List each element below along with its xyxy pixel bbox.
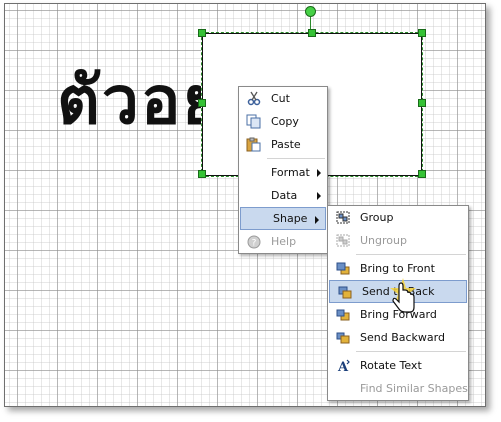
resize-handle-left[interactable] xyxy=(198,99,206,107)
drawing-window: ตัวอย่ Cut Copy Paste Format Data Shape … xyxy=(4,3,486,407)
rotation-handle[interactable] xyxy=(305,6,316,17)
send-backward-icon xyxy=(336,332,350,344)
menu-item-data[interactable]: Data xyxy=(239,184,327,207)
bring-to-front-icon xyxy=(336,262,350,275)
paste-icon xyxy=(246,137,261,152)
resize-handle-top-left[interactable] xyxy=(198,29,206,37)
rotate-text-icon: A xyxy=(337,359,350,373)
submenu-item-rotate-text[interactable]: A Rotate Text xyxy=(328,354,468,377)
menu-item-label: Cut xyxy=(271,92,290,105)
bring-forward-icon xyxy=(336,309,350,321)
menu-item-label: Group xyxy=(360,211,394,224)
send-to-back-icon xyxy=(338,286,352,299)
submenu-item-group[interactable]: Group xyxy=(328,206,468,229)
ungroup-icon xyxy=(336,234,350,247)
menu-item-label: Send Backward xyxy=(360,331,445,344)
resize-handle-bottom-left[interactable] xyxy=(198,170,206,178)
menu-item-label: Find Similar Shapes xyxy=(360,382,468,395)
menu-separator xyxy=(356,351,466,352)
context-menu: Cut Copy Paste Format Data Shape ? Help xyxy=(238,86,328,254)
menu-item-shape[interactable]: Shape xyxy=(240,207,326,230)
menu-item-label: Copy xyxy=(271,115,299,128)
submenu-arrow-icon xyxy=(315,216,319,224)
submenu-item-send-backward[interactable]: Send Backward xyxy=(328,326,468,349)
menu-item-help[interactable]: ? Help xyxy=(239,230,327,253)
menu-separator xyxy=(356,254,466,255)
menu-item-label: Format xyxy=(271,166,310,179)
menu-item-format[interactable]: Format xyxy=(239,161,327,184)
svg-text:?: ? xyxy=(252,239,257,249)
submenu-item-ungroup[interactable]: Ungroup xyxy=(328,229,468,252)
submenu-item-find-similar-shapes[interactable]: Find Similar Shapes xyxy=(328,377,468,400)
menu-item-label: Shape xyxy=(273,212,308,225)
resize-handle-right[interactable] xyxy=(418,99,426,107)
resize-handle-top-right[interactable] xyxy=(418,29,426,37)
menu-item-cut[interactable]: Cut xyxy=(239,87,327,110)
menu-item-label: Data xyxy=(271,189,298,202)
menu-item-copy[interactable]: Copy xyxy=(239,110,327,133)
hand-cursor-icon xyxy=(390,278,416,313)
menu-item-label: Rotate Text xyxy=(360,359,422,372)
svg-text:A: A xyxy=(337,360,349,373)
submenu-arrow-icon xyxy=(317,169,321,177)
menu-item-label: Ungroup xyxy=(360,234,407,247)
menu-item-label: Paste xyxy=(271,138,301,151)
menu-item-paste[interactable]: Paste xyxy=(239,133,327,156)
menu-separator xyxy=(267,158,325,159)
menu-item-label: Help xyxy=(271,235,297,248)
scissors-icon xyxy=(247,91,261,106)
resize-handle-top[interactable] xyxy=(308,29,316,37)
help-icon: ? xyxy=(247,235,261,249)
group-icon xyxy=(336,211,350,224)
submenu-arrow-icon xyxy=(317,192,321,200)
menu-item-label: Bring to Front xyxy=(360,262,435,275)
resize-handle-bottom-right[interactable] xyxy=(418,170,426,178)
copy-icon xyxy=(246,114,261,129)
